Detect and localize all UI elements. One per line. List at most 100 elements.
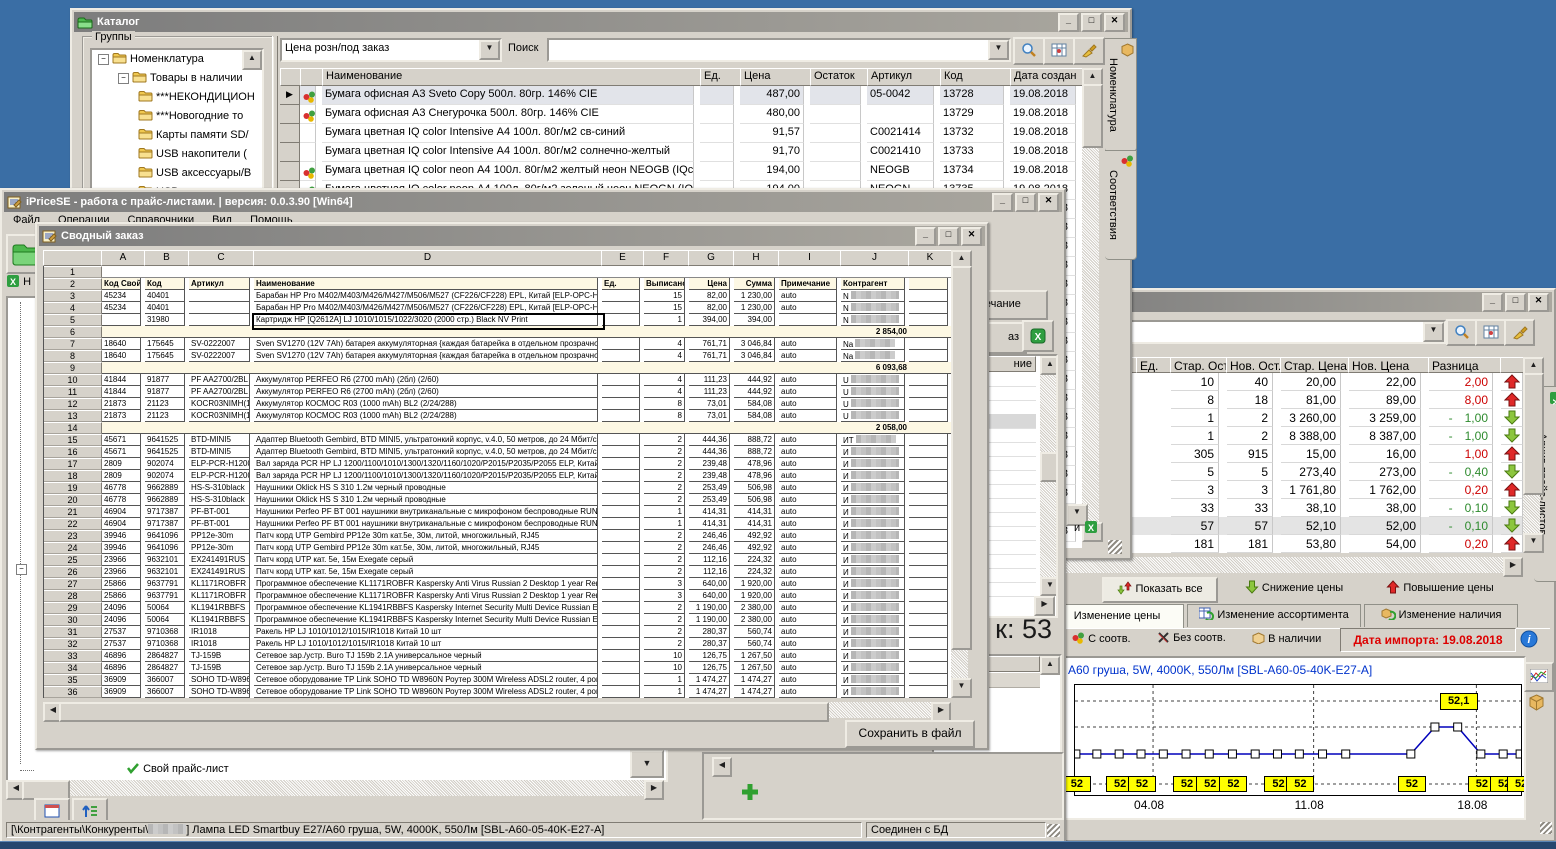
archive-col-header-5[interactable]: Нов. Цена	[1348, 357, 1429, 373]
sheet-col-H[interactable]: H	[733, 250, 779, 266]
filter-in-stock[interactable]: В наличии	[1252, 632, 1321, 645]
search-dropdown-icon[interactable]: ▼	[988, 40, 1009, 60]
row-number[interactable]: 29	[44, 602, 102, 614]
archive-col-header-1[interactable]: Ед.	[1136, 357, 1171, 373]
price-down-button[interactable]: Снижение цены	[1232, 577, 1356, 599]
order-hscrollbar[interactable]: ◀ ▶	[43, 702, 951, 718]
table-row[interactable]: 34468962864827TJ-159BСетевое зар./устр. …	[44, 662, 952, 674]
sheet-col-D[interactable]: D	[253, 250, 602, 266]
row-number[interactable]: 7	[44, 338, 102, 350]
table-row[interactable]: Бумага офисная А3 Снегурочка 500л. 80гр.…	[280, 105, 1082, 124]
table-row[interactable]: 31275379710368IR1018Ракель HP LJ 1010/10…	[44, 626, 952, 638]
catalog-col-header-6[interactable]: Артикул	[867, 68, 941, 86]
tree-item-0[interactable]: −Номенклатура	[92, 50, 262, 69]
price-type-combo[interactable]: Цена розн/под заказ ▼	[280, 38, 502, 62]
row-number[interactable]: 14	[44, 422, 102, 434]
tab-nomenclature[interactable]: Номенклатура	[1105, 38, 1137, 152]
sheet-col-I[interactable]: I	[778, 250, 841, 266]
catalog-resize-grip[interactable]	[1108, 540, 1122, 554]
main-maximize-button[interactable]: □	[1015, 193, 1036, 212]
order-minimize-button[interactable]: _	[915, 227, 936, 246]
table-row[interactable]: 32275379710368IR1018Ракель HP LJ 1010/10…	[44, 638, 952, 650]
table-row[interactable]: Бумага цветная IQ color Intensive А4 100…	[280, 124, 1082, 143]
excel-export-button[interactable]: X	[1022, 320, 1054, 352]
table-row[interactable]: 25239669632101EX241491RUSПатч корд UTP к…	[44, 554, 952, 566]
table-row[interactable]: ▶Бумага офисная А3 Sveto Copy 500л. 80гр…	[280, 86, 1082, 105]
sheet-col-K[interactable]: K	[908, 250, 952, 266]
row-number[interactable]: 3	[44, 290, 102, 302]
brush-button[interactable]	[1073, 37, 1105, 65]
order-vscrollbar[interactable]: ▲ ▼	[951, 250, 968, 698]
table-row[interactable]: 1	[44, 266, 952, 278]
tree-expander[interactable]: −	[16, 564, 27, 575]
row-number[interactable]: 13	[44, 410, 102, 422]
row-number[interactable]: 34	[44, 662, 102, 674]
catalog-col-header-3[interactable]: Ед.	[700, 68, 741, 86]
archive-col-header-3[interactable]: Нов. Ост.	[1226, 357, 1281, 373]
row-number[interactable]: 16	[44, 446, 102, 458]
row-number[interactable]: 30	[44, 614, 102, 626]
filter-with-match[interactable]: С соотв.	[1072, 632, 1131, 645]
row-number[interactable]: 11	[44, 386, 102, 398]
row-number[interactable]: 28	[44, 590, 102, 602]
price-group-scroll-up[interactable]: ▲	[1040, 656, 1060, 675]
tree-item-4[interactable]: Карты памяти SD/	[92, 126, 262, 145]
table-row[interactable]: 114184491877PF AA2700/2BLАккумулятор PER…	[44, 386, 952, 398]
row-number[interactable]: 20	[44, 494, 102, 506]
show-all-button[interactable]: Показать все	[1102, 577, 1218, 603]
row-number[interactable]: 24	[44, 542, 102, 554]
table-row[interactable]: Бумага цветная IQ color neon А4 100л. 80…	[280, 162, 1082, 181]
table-row[interactable]: 718640175645SV-0222007Sven SV1270 (12V 7…	[44, 338, 952, 350]
archive-grid-settings-button[interactable]	[1475, 319, 1506, 346]
row-number[interactable]: 32	[44, 638, 102, 650]
add-button[interactable]	[740, 782, 760, 802]
archive-combo-dropdown-icon[interactable]: ▼	[1423, 322, 1444, 342]
row-number[interactable]: 18	[44, 470, 102, 482]
catalog-col-header-5[interactable]: Остаток	[810, 68, 868, 86]
row-number[interactable]: 25	[44, 554, 102, 566]
sheet-col-C[interactable]: C	[188, 250, 254, 266]
row-number[interactable]: 2	[44, 278, 102, 290]
table-row[interactable]: 44523440401Барабан HP Pro M402/M403/M426…	[44, 302, 952, 314]
archive-minimize-button[interactable]: _	[1482, 293, 1503, 312]
table-row[interactable]: 96 093,68	[44, 362, 952, 374]
table-row[interactable]: 3536909366007SOHO TD-W8960Сетевое оборуд…	[44, 674, 952, 686]
catalog-col-header-7[interactable]: Код	[940, 68, 1011, 86]
row-number[interactable]: 10	[44, 374, 102, 386]
tree-expander[interactable]: −	[118, 73, 129, 84]
table-row[interactable]: 302409650064KL1941RBBFSПрограммное обесп…	[44, 614, 952, 626]
main-minimize-button[interactable]: _	[992, 193, 1013, 212]
catalog-titlebar[interactable]: Каталог _□✕	[74, 12, 1128, 32]
table-row[interactable]: 531980Картридж HP [Q2612A] LJ 1010/1015/…	[44, 314, 952, 326]
row-number[interactable]: 15	[44, 434, 102, 446]
sheet-col-F[interactable]: F	[643, 250, 689, 266]
row-number[interactable]: 12	[44, 398, 102, 410]
archive-col-header-2[interactable]: Стар. Ост.	[1170, 357, 1227, 373]
order-close-button[interactable]: ✕	[961, 227, 982, 246]
table-row[interactable]: 818640175645SV-0222007Sven SV1270 (12V 7…	[44, 350, 952, 362]
search-input[interactable]: ▼	[547, 38, 1011, 62]
row-number[interactable]: 21	[44, 506, 102, 518]
catalog-close-button[interactable]: ✕	[1104, 13, 1125, 32]
table-row[interactable]: 33468962864827TJ-159BСетевое зар./устр. …	[44, 650, 952, 662]
table-row[interactable]: 24399469641096PP12e-30mПатч корд UTP Gem…	[44, 542, 952, 554]
catalog-col-header-8[interactable]: Дата создан	[1010, 68, 1083, 86]
sheet-col-B[interactable]: B	[144, 250, 189, 266]
row-number[interactable]: 26	[44, 566, 102, 578]
catalog-col-header-1[interactable]	[300, 68, 323, 86]
tab-price-change[interactable]: Изменение цены	[1050, 604, 1184, 628]
tab-matches[interactable]: Соответствия	[1105, 150, 1137, 260]
sheet-col-J[interactable]: J	[840, 250, 909, 266]
table-row[interactable]: 16456719641525BTD-MINI5Адаптер Bluetooth…	[44, 446, 952, 458]
catalog-col-header-0[interactable]	[280, 68, 301, 86]
catalog-col-header-4[interactable]: Цена	[740, 68, 811, 86]
catalog-col-header-2[interactable]: Наименование	[322, 68, 701, 86]
price-up-button[interactable]: Повышение цены	[1370, 577, 1510, 599]
row-number[interactable]: 9	[44, 362, 102, 374]
row-number[interactable]: 19	[44, 482, 102, 494]
main-titlebar[interactable]: iPriceSE - работа с прайс-листами. | вер…	[4, 192, 1062, 212]
table-row[interactable]: 122187321123KOCR03NIMH(10Аккумулятор КОС…	[44, 398, 952, 410]
archive-maximize-button[interactable]: □	[1505, 293, 1526, 312]
save-to-file-button[interactable]: Сохранить в файл	[845, 720, 975, 748]
order-titlebar[interactable]: Сводный заказ _□✕	[39, 226, 985, 246]
